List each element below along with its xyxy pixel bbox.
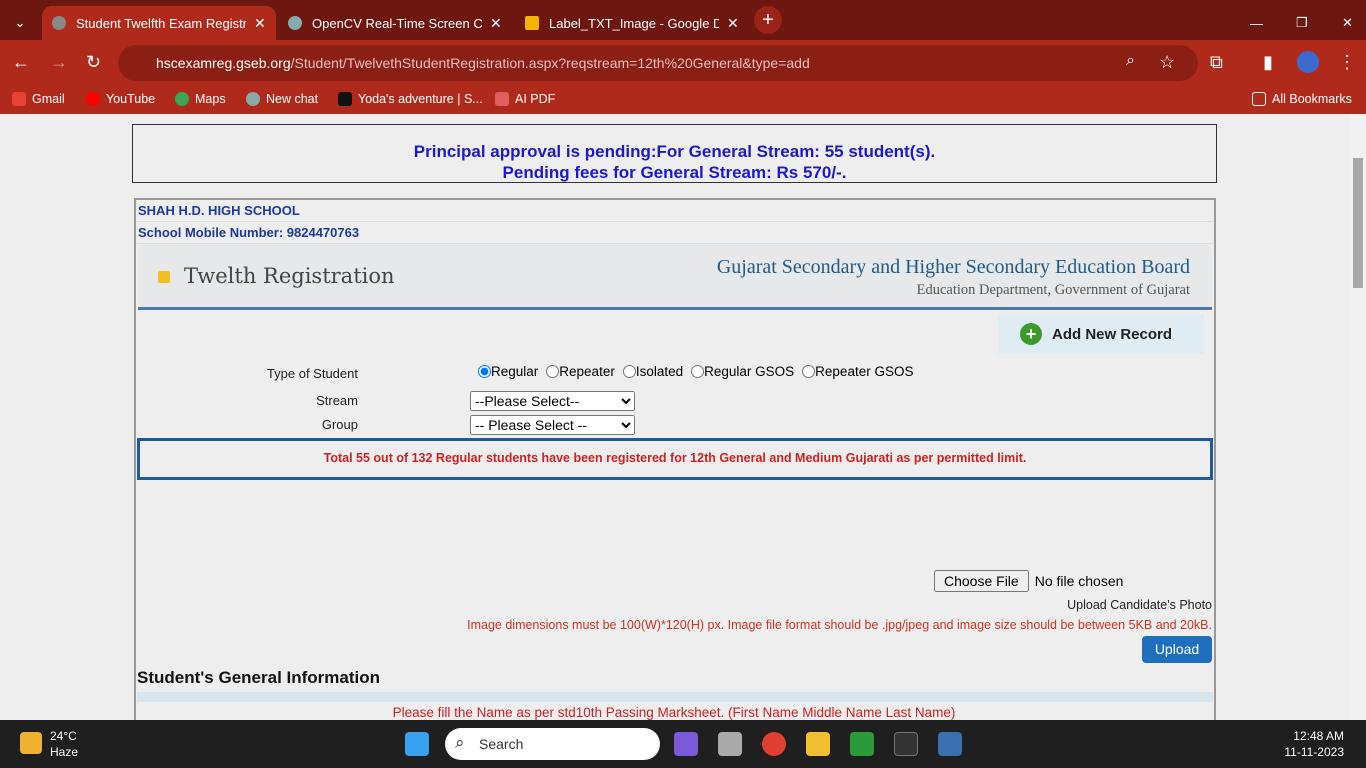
chevron-down-icon: ⌄ (14, 15, 26, 30)
bookmark-ai-pdf[interactable]: AI PDF (495, 92, 555, 106)
chatgpt-icon (288, 16, 302, 30)
board-name: Gujarat Secondary and Higher Secondary E… (716, 256, 1190, 278)
python-icon[interactable] (938, 732, 962, 756)
pycharm-icon[interactable] (850, 732, 874, 756)
task-view-icon[interactable] (718, 732, 742, 756)
page-title: Twelth Registration (184, 264, 395, 288)
zoom-icon[interactable]: ⌕ (1126, 52, 1135, 70)
globe-icon (52, 16, 66, 30)
photo-file-input[interactable]: Choose File No file chosen (934, 570, 1123, 592)
tab-opencv[interactable]: OpenCV Real-Time Screen Capt ✕ (278, 6, 512, 40)
tab-search-button[interactable]: ⌄ (6, 6, 34, 40)
add-new-record-button[interactable]: + Add New Record (998, 314, 1204, 354)
department-name: Education Department, Government of Guja… (916, 282, 1190, 298)
close-window-button[interactable]: ✕ (1332, 6, 1363, 40)
search-icon: ⌕ (455, 733, 465, 752)
radio-regular[interactable]: Regular (478, 364, 538, 379)
back-icon[interactable]: ← (12, 52, 30, 73)
upload-button[interactable]: Upload (1142, 636, 1212, 663)
taskbar-search[interactable]: ⌕ Search (445, 728, 660, 760)
name-note: Please fill the Name as per std10th Pass… (392, 705, 956, 720)
avatar[interactable] (1297, 51, 1319, 73)
group-label: Group (321, 417, 358, 432)
page-content: Principal approval is pending:For Genera… (0, 114, 1350, 720)
maximize-button[interactable]: ❐ (1286, 6, 1318, 40)
bookmark-maps[interactable]: Maps (175, 92, 226, 106)
weather-icon (20, 732, 42, 754)
bookmark-yoda[interactable]: Yoda's adventure | S... (338, 92, 483, 106)
scrollbar-thumb[interactable] (1353, 158, 1363, 288)
side-panel-icon[interactable]: ▮ (1263, 52, 1273, 73)
bookmark-youtube[interactable]: YouTube (86, 92, 155, 106)
minimize-button[interactable]: — (1240, 6, 1273, 40)
group-select[interactable]: -- Please Select -- (470, 415, 635, 435)
radio-repeater-gsos[interactable]: Repeater GSOS (802, 364, 913, 379)
close-icon[interactable]: ✕ (727, 15, 739, 32)
reload-icon[interactable]: ↻ (86, 52, 101, 73)
copilot-icon[interactable] (674, 732, 698, 756)
address-bar[interactable]: hscexamreg.gseb.org/Student/TwelvethStud… (118, 45, 1198, 81)
school-name: SHAH H.D. HIGH SCHOOL (136, 200, 1214, 222)
registration-panel: SHAH H.D. HIGH SCHOOL School Mobile Numb… (134, 198, 1216, 720)
pending-notice: Principal approval is pending:For Genera… (132, 124, 1217, 183)
upload-photo-label: Upload Candidate's Photo (1067, 598, 1212, 612)
star-icon[interactable]: ☆ (1159, 52, 1175, 73)
type-of-student-radios: Regular Repeater Isolated Regular GSOS R… (478, 364, 917, 379)
stream-select[interactable]: --Please Select-- (470, 391, 635, 411)
choose-file-button[interactable]: Choose File (934, 570, 1029, 592)
forward-icon[interactable]: → (50, 52, 68, 73)
taskbar: 24°C Haze ⌕ Search 12:48 AM 11-11-2023 (0, 720, 1366, 768)
stream-label: Stream (316, 393, 358, 408)
new-tab-button[interactable]: + (754, 6, 782, 34)
plus-icon: + (1020, 323, 1042, 345)
clock-time[interactable]: 12:48 AM (1293, 729, 1344, 743)
windows-start-icon[interactable] (405, 732, 429, 756)
type-of-student-label: Type of Student (266, 366, 358, 381)
all-bookmarks[interactable]: All Bookmarks (1252, 92, 1352, 106)
tab-strip: ⌄ Student Twelfth Exam Registrati ✕ OpenC… (0, 0, 1366, 40)
radio-regular-gsos[interactable]: Regular GSOS (691, 364, 794, 379)
file-explorer-icon[interactable] (806, 732, 830, 756)
bookmark-gmail[interactable]: Gmail (12, 92, 65, 106)
menu-icon[interactable]: ⋮ (1338, 52, 1356, 73)
school-mobile: School Mobile Number: 9824470763 (136, 222, 1214, 244)
weather: Haze (50, 745, 79, 759)
limit-message: Total 55 out of 132 Regular students hav… (137, 438, 1213, 480)
chrome-icon[interactable] (762, 732, 786, 756)
section-title: Student's General Information (137, 668, 381, 687)
close-icon[interactable]: ✕ (490, 15, 502, 32)
close-icon[interactable]: ✕ (254, 15, 266, 32)
terminal-icon[interactable] (894, 732, 918, 756)
bookmarks-bar: Gmail YouTube Maps New chat Yoda's adven… (0, 86, 1366, 114)
clock-date[interactable]: 11-11-2023 (1284, 745, 1344, 759)
page-header: Twelth Registration Gujarat Secondary an… (138, 244, 1212, 310)
tab-student-registration[interactable]: Student Twelfth Exam Registrati ✕ (42, 6, 276, 40)
bullet-icon (158, 271, 170, 283)
temperature: 24°C (50, 729, 77, 743)
toolbar: ← → ↻ hscexamreg.gseb.org/Student/Twelve… (0, 40, 1366, 86)
section-divider (137, 692, 1213, 702)
radio-isolated[interactable]: Isolated (622, 364, 683, 379)
extensions-icon[interactable]: ⧉ (1210, 52, 1223, 73)
image-rule-text: Image dimensions must be 100(W)*120(H) p… (467, 618, 1212, 632)
scrollbar[interactable] (1350, 114, 1366, 720)
radio-repeater[interactable]: Repeater (546, 364, 615, 379)
tab-google-drive[interactable]: Label_TXT_Image - Google Driv ✕ (515, 6, 749, 40)
bookmark-new-chat[interactable]: New chat (246, 92, 318, 106)
google-drive-icon (525, 16, 539, 30)
